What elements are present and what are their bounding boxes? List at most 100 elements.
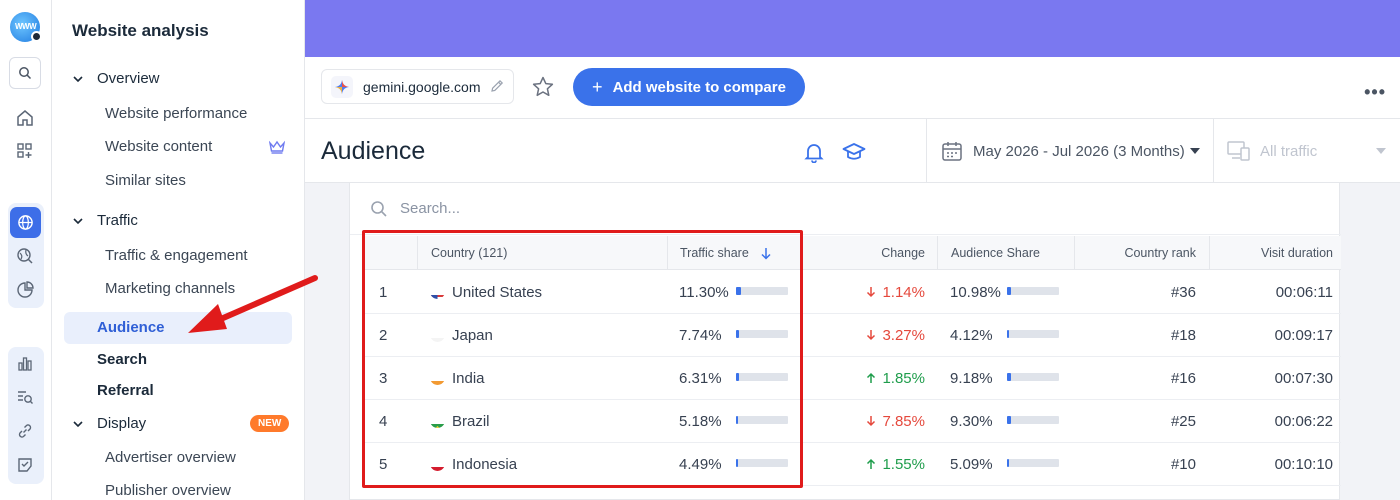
arrow-down-icon bbox=[867, 330, 876, 341]
apps-add-icon bbox=[17, 143, 32, 158]
link-icon bbox=[18, 424, 32, 438]
row-audience-share: 4.12% bbox=[950, 327, 993, 344]
rail-link-button[interactable] bbox=[11, 417, 39, 445]
row-visit-duration: 00:06:22 bbox=[1274, 413, 1333, 430]
row-audience-share: 9.30% bbox=[950, 413, 993, 430]
page-header: Audience May 2026 - Jul 2026 (3 Months) … bbox=[305, 119, 1400, 183]
nav-item-traffic-engagement[interactable]: Traffic & engagement bbox=[105, 247, 248, 264]
row-audience-share: 5.09% bbox=[950, 456, 993, 473]
new-badge: NEW bbox=[250, 415, 290, 432]
audience-share-bar bbox=[1007, 416, 1059, 424]
gemini-favicon-icon bbox=[331, 75, 353, 98]
add-website-to-compare-button[interactable]: + Add website to compare bbox=[573, 68, 805, 106]
date-range-picker[interactable]: May 2026 - Jul 2026 (3 Months) bbox=[926, 119, 1213, 183]
audience-share-bar bbox=[1007, 330, 1059, 338]
arrow-down-icon bbox=[867, 416, 876, 427]
logo-text: WWW bbox=[15, 22, 37, 31]
more-options-icon[interactable]: ••• bbox=[1364, 82, 1386, 103]
rail-home-button[interactable] bbox=[11, 104, 39, 132]
logo-status-dot bbox=[31, 31, 42, 42]
globe-icon bbox=[18, 215, 33, 230]
row-country-rank: #16 bbox=[1170, 370, 1196, 387]
table-search-input[interactable] bbox=[400, 200, 700, 217]
rail-keyword-button[interactable] bbox=[11, 383, 39, 411]
nav-item-publisher-overview[interactable]: Publisher overview bbox=[105, 482, 231, 499]
nav-section-overview[interactable]: Overview bbox=[72, 70, 160, 87]
nav-item-search[interactable]: Search bbox=[97, 351, 147, 368]
rail-market-button[interactable] bbox=[11, 276, 39, 304]
plus-icon: + bbox=[592, 76, 603, 97]
nav-section-display-label: Display bbox=[97, 415, 147, 432]
row-visit-duration: 00:06:11 bbox=[1275, 284, 1333, 301]
annotation-highlight-box bbox=[362, 230, 803, 488]
nav-item-similar-sites[interactable]: Similar sites bbox=[105, 172, 186, 189]
row-country-rank: #25 bbox=[1170, 413, 1196, 430]
rail-bar-chart-button[interactable] bbox=[11, 350, 39, 378]
traffic-filter-dropdown[interactable]: All traffic bbox=[1213, 119, 1400, 183]
row-change-value: 7.85% bbox=[882, 413, 925, 430]
globe-search-icon bbox=[17, 248, 33, 264]
row-visit-duration: 00:07:30 bbox=[1274, 370, 1333, 387]
col-header-change[interactable]: Change bbox=[800, 236, 937, 270]
rail-check-button[interactable] bbox=[11, 451, 39, 479]
calendar-icon bbox=[942, 142, 962, 161]
col-header-country-rank[interactable]: Country rank bbox=[1074, 236, 1209, 270]
audience-share-bar-fill bbox=[1007, 330, 1009, 338]
home-icon bbox=[17, 110, 33, 126]
audience-share-bar bbox=[1007, 373, 1059, 381]
row-change: 7.85% bbox=[800, 400, 925, 443]
rail-web-research-button[interactable] bbox=[11, 242, 39, 270]
rail-search-button[interactable] bbox=[9, 57, 41, 89]
pencil-icon[interactable] bbox=[489, 78, 505, 94]
search-icon bbox=[19, 67, 32, 80]
row-change-value: 3.27% bbox=[882, 327, 925, 344]
star-icon[interactable] bbox=[531, 75, 555, 99]
arrow-up-icon bbox=[867, 458, 876, 469]
nav-section-display[interactable]: Display bbox=[72, 415, 146, 432]
col-header-audience-share[interactable]: Audience Share bbox=[937, 236, 1074, 270]
audience-share-bar bbox=[1007, 459, 1059, 467]
row-change-value: 1.14% bbox=[882, 284, 925, 301]
caret-down-icon bbox=[1376, 148, 1386, 154]
check-doc-icon bbox=[18, 458, 32, 472]
devices-icon bbox=[1227, 141, 1250, 161]
nav-item-website-performance[interactable]: Website performance bbox=[105, 105, 247, 122]
crown-icon bbox=[269, 140, 285, 154]
col-header-visit-duration[interactable]: Visit duration bbox=[1209, 236, 1341, 270]
audience-share-bar bbox=[1007, 287, 1059, 295]
audience-share-bar-fill bbox=[1007, 287, 1012, 295]
toolbar: gemini.google.com + Add website to compa… bbox=[305, 57, 1400, 119]
row-change: 1.14% bbox=[800, 271, 925, 314]
arrow-up-icon bbox=[867, 372, 876, 383]
chevron-down-icon bbox=[73, 217, 83, 224]
nav-section-traffic[interactable]: Traffic bbox=[72, 212, 138, 229]
rail-apps-button[interactable] bbox=[11, 137, 39, 165]
row-change-value: 1.85% bbox=[882, 370, 925, 387]
website-domain: gemini.google.com bbox=[363, 78, 481, 95]
row-country-rank: #10 bbox=[1170, 456, 1196, 473]
rail-website-analysis-button[interactable] bbox=[10, 207, 41, 238]
row-change: 1.85% bbox=[800, 357, 925, 400]
table-search-row bbox=[350, 183, 1341, 235]
website-chip[interactable]: gemini.google.com bbox=[321, 69, 514, 104]
nav-item-audience-label: Audience bbox=[97, 319, 165, 336]
row-change-value: 1.55% bbox=[882, 456, 925, 473]
annotation-arrow bbox=[188, 275, 318, 333]
pie-chart-icon bbox=[17, 281, 34, 298]
audience-share-bar-fill bbox=[1007, 373, 1011, 381]
nav-item-advertiser-overview[interactable]: Advertiser overview bbox=[105, 449, 236, 466]
nav-item-website-content[interactable]: Website content bbox=[105, 138, 212, 155]
bell-icon[interactable] bbox=[803, 141, 825, 163]
row-visit-duration: 00:10:10 bbox=[1274, 456, 1333, 473]
app-logo-icon[interactable]: WWW bbox=[10, 12, 42, 42]
nav-panel: Website analysis Overview Website perfor… bbox=[52, 0, 305, 500]
audience-share-bar-fill bbox=[1007, 459, 1010, 467]
row-change: 3.27% bbox=[800, 314, 925, 357]
add-website-label: Add website to compare bbox=[612, 78, 786, 96]
row-country-rank: #18 bbox=[1170, 327, 1196, 344]
top-banner bbox=[305, 0, 1400, 57]
chevron-down-icon bbox=[73, 75, 83, 82]
nav-item-referral[interactable]: Referral bbox=[97, 382, 154, 399]
graduation-cap-icon[interactable] bbox=[842, 141, 866, 163]
audience-share-bar-fill bbox=[1007, 416, 1011, 424]
